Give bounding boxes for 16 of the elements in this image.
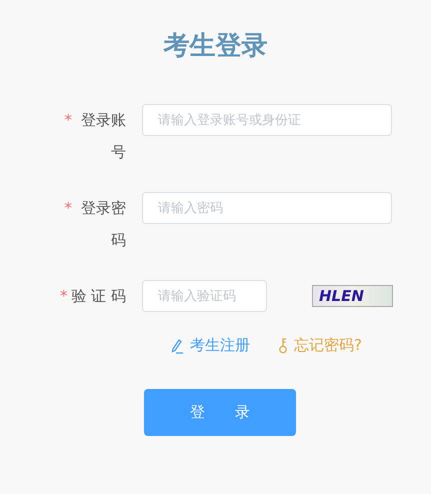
pencil-icon: [170, 338, 184, 354]
field-label: 验 证 码: [71, 286, 126, 307]
required-mark: *: [60, 286, 68, 307]
page-title: 考生登录: [162, 30, 268, 63]
register-link[interactable]: 考生注册: [170, 336, 250, 355]
input-field[interactable]: 请输入密码: [142, 192, 392, 224]
captcha-image[interactable]: HLEN: [312, 285, 393, 307]
input-field[interactable]: 请输入验证码: [142, 280, 267, 312]
field-label: 登录密码: [80, 198, 126, 251]
required-mark: *: [64, 110, 72, 131]
login-button[interactable]: 登 录: [144, 389, 296, 436]
key-icon: [278, 338, 288, 354]
required-mark: *: [64, 198, 72, 219]
field-label: 登录账号: [80, 110, 126, 163]
input-field[interactable]: 请输入登录账号或身份证: [142, 104, 392, 136]
forgot-password-link[interactable]: 忘记密码?: [278, 336, 362, 355]
